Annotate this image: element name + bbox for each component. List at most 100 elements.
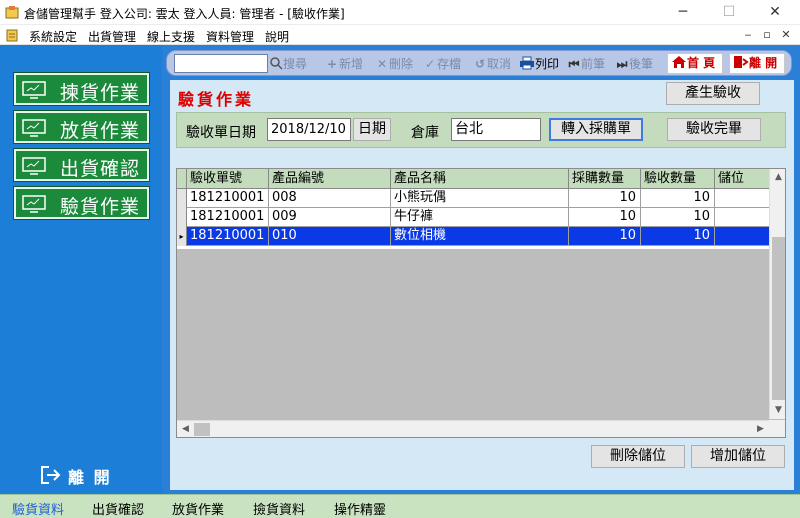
order-number-cell[interactable]: 181210001 <box>187 227 269 246</box>
product-name-cell[interactable]: 牛仔褲 <box>391 208 569 227</box>
purchase-qty-cell[interactable]: 10 <box>569 189 641 208</box>
menu-help[interactable]: 說明 <box>265 28 289 45</box>
product-name-cell[interactable]: 數位相機 <box>391 227 569 246</box>
home-icon <box>672 56 686 68</box>
column-header[interactable]: 驗收單號 <box>187 169 269 189</box>
monitor-icon <box>22 119 46 137</box>
row-header[interactable] <box>177 208 187 227</box>
date-field[interactable]: 2018/12/10 <box>267 118 351 141</box>
column-header[interactable]: 採購數量 <box>569 169 641 189</box>
sidebar-item-picking[interactable]: 揀貨作業 <box>13 72 150 106</box>
printer-icon <box>520 56 534 70</box>
status-tab-picking-data[interactable]: 撿貨資料 <box>253 499 305 518</box>
column-header[interactable]: 儲位 <box>715 169 769 189</box>
exit-button[interactable]: 離 開 <box>729 53 785 74</box>
inspection-grid[interactable]: 驗收單號 產品編號 產品名稱 採購數量 驗收數量 儲位 181210001 00… <box>176 168 786 438</box>
previous-label: 前筆 <box>581 57 606 71</box>
undo-icon: ↺ <box>474 57 486 71</box>
receive-qty-cell[interactable]: 10 <box>641 189 715 208</box>
minimize-button[interactable]: ─ <box>660 0 706 25</box>
menu-system-settings[interactable]: 系統設定 <box>29 28 77 45</box>
scroll-left-icon[interactable]: ◀ <box>177 421 194 437</box>
product-number-cell[interactable]: 010 <box>269 227 391 246</box>
scroll-up-icon[interactable]: ▲ <box>770 169 785 186</box>
current-row-marker[interactable]: ▸ <box>177 227 187 246</box>
previous-button[interactable]: ⏮ 前筆 <box>567 54 605 74</box>
complete-inspection-button[interactable]: 驗收完畢 <box>667 118 761 141</box>
mdi-close-button[interactable]: ✕ <box>778 27 794 43</box>
column-header[interactable]: 驗收數量 <box>641 169 715 189</box>
vertical-scroll-thumb[interactable] <box>772 237 785 400</box>
sidebar-item-label: 揀貨作業 <box>60 82 141 104</box>
column-header[interactable]: 產品編號 <box>269 169 391 189</box>
delete-button[interactable]: ✕ 刪除 <box>375 54 413 74</box>
transfer-purchase-order-button[interactable]: 轉入採購單 <box>549 118 643 141</box>
monitor-icon <box>22 81 46 99</box>
page-title: 驗貨作業 <box>178 90 255 109</box>
order-number-cell[interactable]: 181210001 <box>187 189 269 208</box>
close-button[interactable]: ✕ <box>752 0 798 25</box>
delete-location-button[interactable]: 刪除儲位 <box>591 445 685 468</box>
status-bar: 驗貨資料 出貨確認 放貨作業 撿貨資料 操作精靈 <box>0 494 800 518</box>
filter-panel: 驗收單日期 2018/12/10 日期 倉庫 台北 轉入採購單 驗收完畢 <box>176 112 786 148</box>
exit-icon <box>734 56 749 68</box>
receive-qty-cell[interactable]: 10 <box>641 227 715 246</box>
app-icon <box>5 6 19 19</box>
location-cell[interactable] <box>715 189 769 208</box>
add-location-button[interactable]: 增加儲位 <box>691 445 785 468</box>
mdi-restore-button[interactable]: ▫ <box>759 27 775 43</box>
status-tab-putaway[interactable]: 放貨作業 <box>172 499 224 518</box>
scroll-down-icon[interactable]: ▼ <box>770 402 785 419</box>
table-row[interactable]: 181210001 009 牛仔褲 10 10 <box>177 208 769 227</box>
status-tab-wizard[interactable]: 操作精靈 <box>334 499 386 518</box>
menu-shipping-management[interactable]: 出貨管理 <box>88 28 136 45</box>
receive-qty-cell[interactable]: 10 <box>641 208 715 227</box>
horizontal-scroll-thumb[interactable] <box>194 423 210 436</box>
grid-header: 驗收單號 產品編號 產品名稱 採購數量 驗收數量 儲位 <box>177 169 769 189</box>
home-label: 首 頁 <box>687 56 716 70</box>
warehouse-field[interactable]: 台北 <box>451 118 541 141</box>
content-panel: 驗貨作業 產生驗收 驗收單日期 2018/12/10 日期 倉庫 台北 轉入採購… <box>170 80 794 490</box>
row-header-corner <box>177 169 187 189</box>
sidebar-item-shipping-confirm[interactable]: 出貨確認 <box>13 148 150 182</box>
scrollbar-corner <box>769 420 785 437</box>
generate-inspection-button[interactable]: 產生驗收 <box>666 82 760 105</box>
scroll-right-icon[interactable]: ▶ <box>752 421 769 437</box>
location-cell[interactable] <box>715 208 769 227</box>
status-tab-inspection-data[interactable]: 驗貨資料 <box>12 499 64 518</box>
next-button[interactable]: ⏭ 後筆 <box>615 54 653 74</box>
date-picker-button[interactable]: 日期 <box>353 118 391 141</box>
horizontal-scrollbar[interactable]: ◀ ▶ <box>177 420 769 437</box>
search-input[interactable] <box>174 54 268 73</box>
mdi-minimize-button[interactable]: ‒ <box>740 27 756 43</box>
product-name-cell[interactable]: 小熊玩偶 <box>391 189 569 208</box>
location-cell[interactable] <box>715 227 769 246</box>
grid-body: 181210001 008 小熊玩偶 10 10 181210001 009 牛… <box>177 189 769 249</box>
maximize-button[interactable]: ☐ <box>706 0 752 25</box>
vertical-scrollbar[interactable]: ▲ ▼ <box>769 169 785 419</box>
save-button[interactable]: ✓ 存檔 <box>423 54 461 74</box>
product-number-cell[interactable]: 008 <box>269 189 391 208</box>
search-button[interactable]: 搜尋 <box>269 54 307 74</box>
order-number-cell[interactable]: 181210001 <box>187 208 269 227</box>
cancel-button[interactable]: ↺ 取消 <box>473 54 511 74</box>
home-button[interactable]: 首 頁 <box>667 53 723 74</box>
status-tab-shipping-confirm[interactable]: 出貨確認 <box>92 499 144 518</box>
sidebar-exit-button[interactable]: 離 開 <box>40 463 120 487</box>
print-button[interactable]: 列印 <box>519 54 559 74</box>
table-row[interactable]: 181210001 008 小熊玩偶 10 10 <box>177 189 769 208</box>
row-header[interactable] <box>177 189 187 208</box>
menu-online-support[interactable]: 線上支援 <box>147 28 195 45</box>
purchase-qty-cell[interactable]: 10 <box>569 227 641 246</box>
new-button[interactable]: + 新增 <box>325 54 363 74</box>
table-row-selected[interactable]: ▸ 181210001 010 數位相機 10 10 <box>177 227 769 246</box>
product-number-cell[interactable]: 009 <box>269 208 391 227</box>
purchase-qty-cell[interactable]: 10 <box>569 208 641 227</box>
date-label: 驗收單日期 <box>186 125 256 141</box>
column-header[interactable]: 產品名稱 <box>391 169 569 189</box>
sidebar-item-putaway[interactable]: 放貨作業 <box>13 110 150 144</box>
plus-icon: + <box>326 57 338 71</box>
search-label: 搜尋 <box>283 57 308 71</box>
sidebar-item-inspection[interactable]: 驗貨作業 <box>13 186 150 220</box>
menu-data-management[interactable]: 資料管理 <box>206 28 254 45</box>
